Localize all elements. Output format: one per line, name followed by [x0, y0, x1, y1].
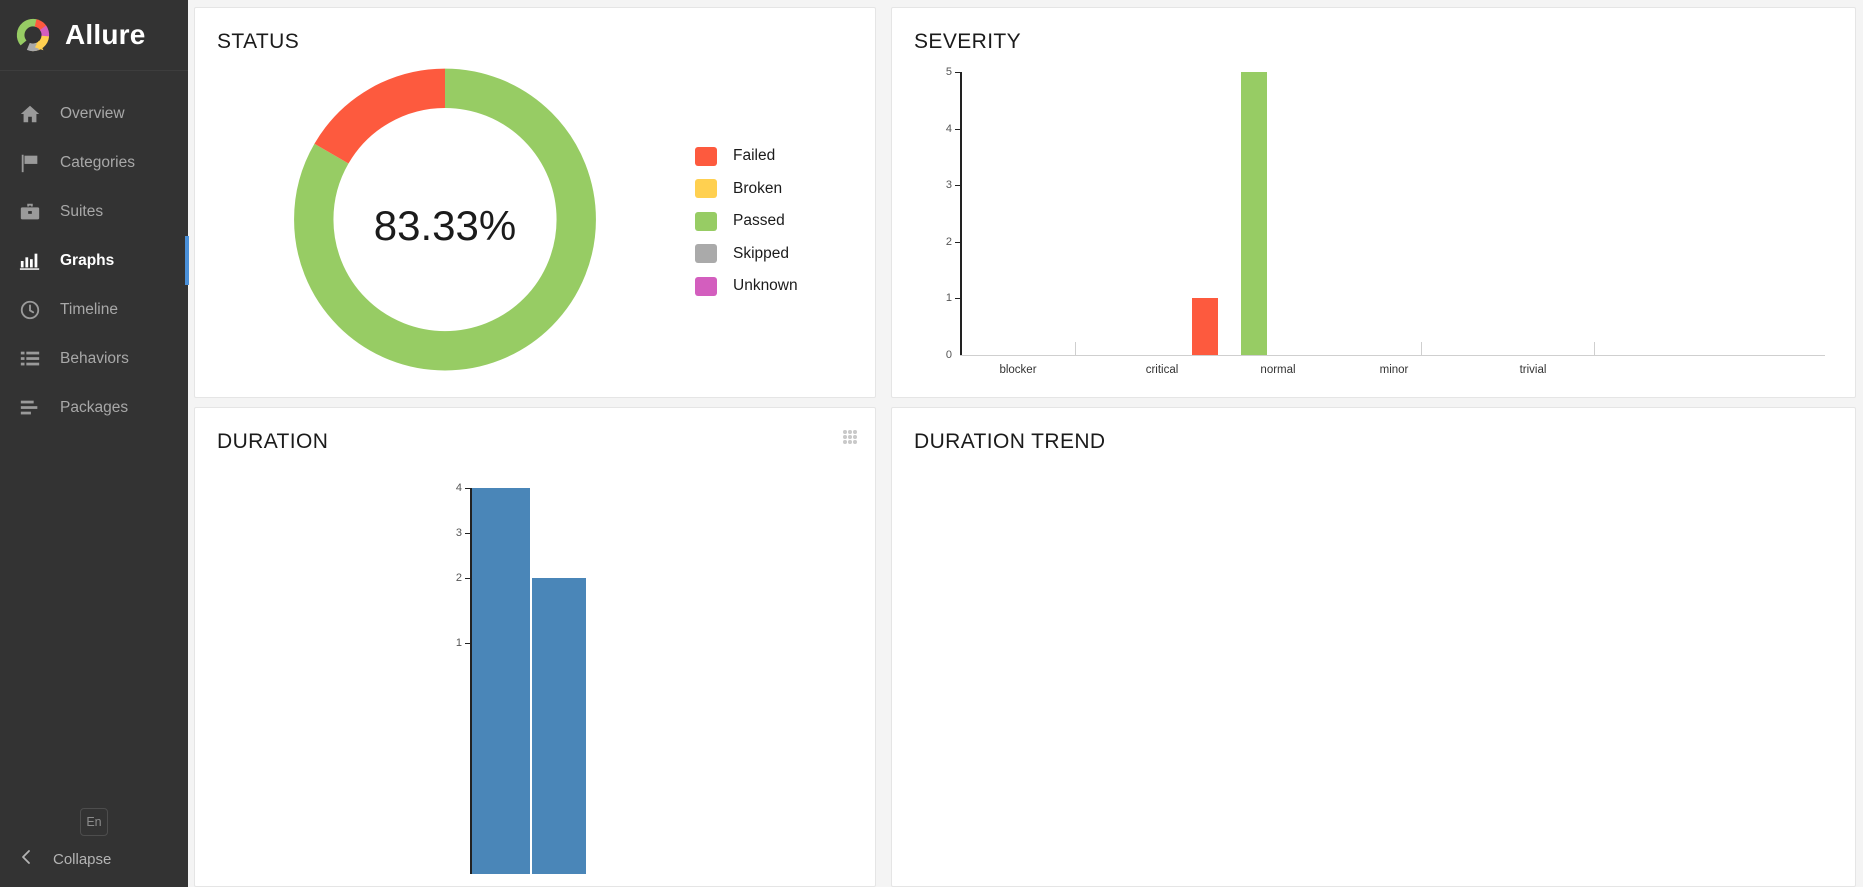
duration-trend-widget: DURATION TREND	[891, 407, 1856, 887]
legend-swatch-failed	[695, 146, 717, 166]
legend-label: Broken	[733, 179, 783, 197]
legend-swatch-skipped	[695, 244, 717, 264]
severity-ytick-label: 4	[945, 122, 952, 135]
language-button[interactable]: En	[80, 808, 108, 836]
sidebar-item-categories[interactable]: Categories	[0, 138, 188, 187]
chevron-left-icon	[19, 848, 33, 871]
bar-chart-icon	[17, 248, 43, 274]
status-legend: Failed Broken Passed Skipped Unknown	[695, 54, 798, 384]
clock-icon	[17, 297, 43, 323]
duration-bar-2[interactable]	[532, 578, 586, 874]
home-icon	[17, 101, 43, 127]
duration-widget: DURATION 4 3 2 1	[194, 407, 876, 887]
severity-ytick-label: 0	[945, 349, 952, 361]
duration-bar-1[interactable]	[472, 488, 530, 874]
severity-xtick-label: critical	[1145, 364, 1179, 376]
duration-ytick-label: 4	[455, 482, 462, 494]
sidebar-item-label: Graphs	[60, 251, 115, 269]
legend-item-passed[interactable]: Passed	[695, 205, 798, 238]
sidebar-item-label: Suites	[60, 202, 104, 220]
legend-label: Skipped	[733, 244, 790, 262]
sidebar-nav: Overview Categories Suites Graphs Timeli…	[0, 71, 189, 432]
severity-x-axis	[960, 355, 1825, 356]
duration-ytick-mark	[465, 643, 470, 644]
severity-ytick-label: 3	[945, 179, 952, 192]
sidebar-item-packages[interactable]: Packages	[0, 383, 188, 432]
packages-icon	[17, 395, 43, 421]
severity-xtick-label: normal	[1260, 364, 1296, 376]
legend-label: Failed	[733, 147, 776, 165]
legend-swatch-broken	[695, 179, 717, 199]
duration-ytick-mark	[465, 578, 470, 579]
legend-label: Passed	[733, 212, 785, 230]
severity-ytick-mark	[955, 241, 960, 243]
status-widget: STATUS 83.33% Failed Broken Passed Skipp…	[194, 7, 876, 398]
sidebar-item-label: Packages	[60, 398, 129, 416]
severity-bar-failed-normal[interactable]	[1192, 298, 1218, 355]
sidebar-footer: En Collapse	[0, 808, 188, 887]
duration-widget-title: DURATION	[217, 430, 329, 453]
legend-label: Unknown	[733, 277, 798, 295]
legend-swatch-unknown	[695, 276, 717, 296]
severity-xtick-label: blocker	[999, 364, 1037, 376]
sidebar-item-graphs[interactable]: Graphs	[0, 236, 189, 285]
allure-donut-logo-icon	[14, 16, 52, 54]
severity-y-axis	[960, 72, 962, 355]
severity-widget: SEVERITY 5 4 3 2 1 0 blocker critical no…	[891, 7, 1856, 398]
duration-ytick-label: 2	[455, 572, 462, 584]
brand-name: Allure	[65, 19, 146, 50]
duration-ytick-label: 1	[455, 637, 462, 649]
active-indicator	[185, 236, 189, 285]
sidebar-item-label: Behaviors	[60, 349, 129, 367]
severity-ytick-mark	[955, 185, 960, 187]
duration-trend-chart-area[interactable]	[892, 454, 1855, 854]
severity-bar-passed-normal[interactable]	[1241, 72, 1267, 355]
severity-ytick-mark	[955, 298, 960, 300]
severity-ytick-label: 5	[945, 66, 952, 78]
status-donut-chart[interactable]: 83.33%	[195, 54, 695, 384]
duration-ytick-mark	[465, 533, 470, 534]
flag-icon	[17, 150, 43, 176]
severity-xtick-mark	[1075, 342, 1076, 356]
allure-report-app: Allure Overview Categories Suites Graphs…	[0, 0, 1863, 887]
legend-item-failed[interactable]: Failed	[695, 140, 798, 173]
severity-xtick-mark	[1594, 342, 1595, 356]
sidebar-item-label: Timeline	[60, 300, 118, 318]
collapse-button[interactable]: Collapse	[0, 848, 188, 871]
legend-item-broken[interactable]: Broken	[695, 173, 798, 206]
severity-xtick-mark	[1421, 342, 1422, 356]
list-icon	[17, 346, 43, 372]
drag-handle-icon[interactable]	[843, 430, 857, 444]
status-chart-body: 83.33% Failed Broken Passed Skipped Unkn…	[195, 54, 875, 384]
status-percentage-label: 83.33%	[373, 202, 517, 249]
severity-ytick-mark	[955, 128, 960, 130]
severity-xtick-label: trivial	[1519, 364, 1547, 376]
severity-chart[interactable]: 5 4 3 2 1 0 blocker critical normal mino…	[946, 66, 1830, 376]
sidebar-item-overview[interactable]: Overview	[0, 89, 188, 138]
graphs-content: STATUS 83.33% Failed Broken Passed Skipp…	[188, 0, 1863, 887]
legend-item-skipped[interactable]: Skipped	[695, 238, 798, 271]
severity-xtick-label: minor	[1379, 364, 1409, 376]
severity-widget-title: SEVERITY	[914, 30, 1022, 53]
sidebar-item-timeline[interactable]: Timeline	[0, 285, 188, 334]
legend-item-unknown[interactable]: Unknown	[695, 270, 798, 303]
duration-ytick-label: 3	[455, 527, 462, 539]
legend-swatch-passed	[695, 211, 717, 231]
status-widget-title: STATUS	[217, 30, 300, 53]
duration-chart[interactable]: 4 3 2 1	[456, 482, 850, 874]
collapse-label: Collapse	[53, 851, 112, 868]
sidebar-item-label: Categories	[60, 153, 135, 171]
sidebar-item-behaviors[interactable]: Behaviors	[0, 334, 188, 383]
briefcase-icon	[17, 199, 43, 225]
severity-ytick-label: 2	[945, 235, 952, 248]
sidebar-item-label: Overview	[60, 104, 125, 122]
severity-ytick-mark	[955, 72, 960, 73]
duration-trend-widget-title: DURATION TREND	[914, 430, 1106, 453]
sidebar-item-suites[interactable]: Suites	[0, 187, 188, 236]
sidebar: Allure Overview Categories Suites Graphs…	[0, 0, 189, 887]
duration-ytick-mark	[465, 488, 470, 489]
brand-header[interactable]: Allure	[0, 0, 188, 71]
severity-ytick-label: 1	[945, 292, 952, 305]
